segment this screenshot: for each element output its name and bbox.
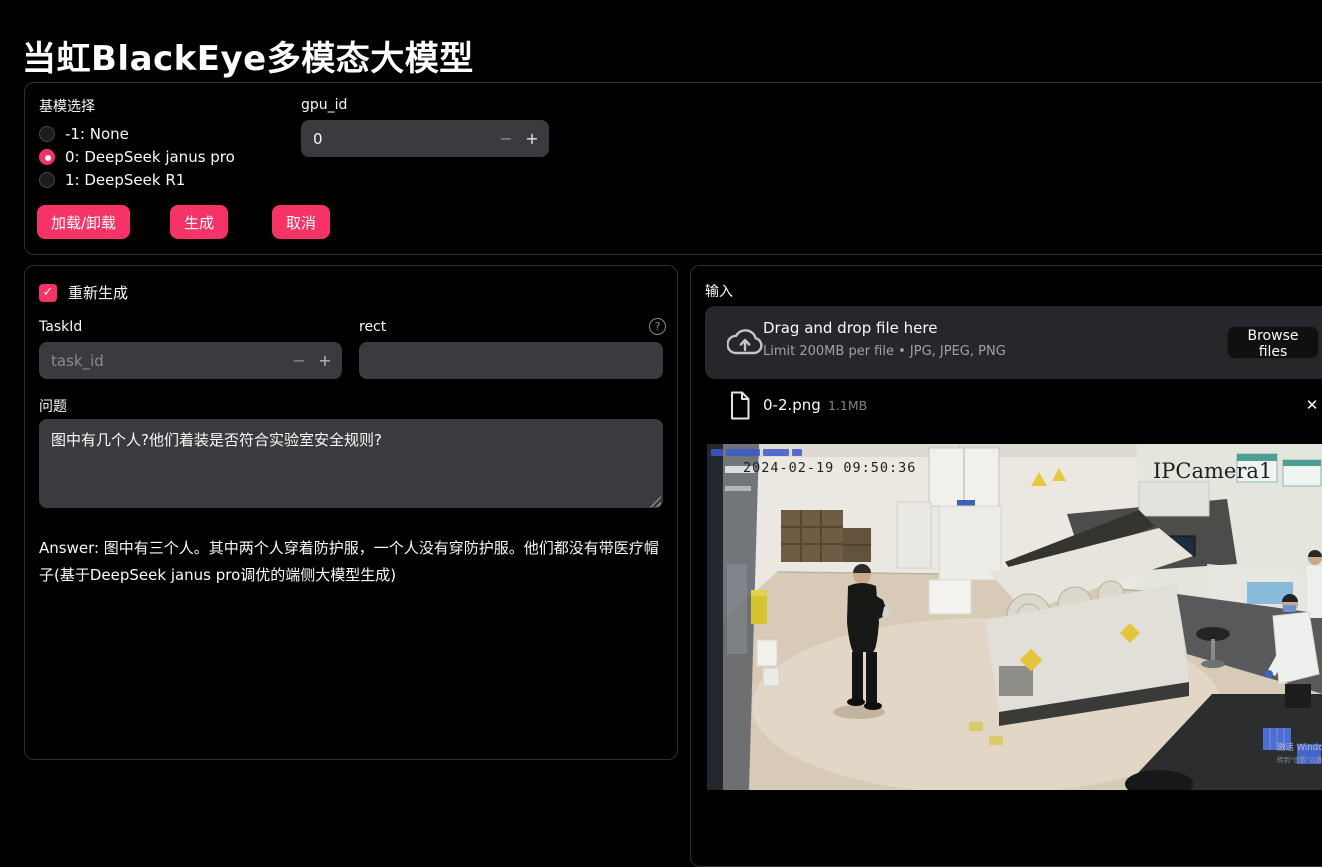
radio-option-janus-pro[interactable]: 0: DeepSeek janus pro [39, 145, 235, 168]
radio-option-none[interactable]: -1: None [39, 122, 129, 145]
help-icon[interactable]: ? [649, 318, 666, 335]
radio-option-r1[interactable]: 1: DeepSeek R1 [39, 168, 185, 191]
radio-label: -1: None [65, 125, 129, 143]
uploaded-image-preview: 2024-02-19 09:50:36 IPCamera1 激活 Windows… [707, 444, 1322, 790]
gpu-id-input[interactable]: 0 − + [301, 120, 549, 157]
remove-file-button[interactable]: ✕ [1301, 394, 1322, 416]
base-model-label: 基模选择 [39, 96, 95, 116]
photo-lab-scene: 2024-02-19 09:50:36 IPCamera1 激活 Windows… [707, 444, 1322, 790]
page-title: 当虹BlackEye多模态大模型 [22, 31, 474, 80]
checkbox-checked-icon[interactable]: ✓ [39, 284, 57, 302]
gpu-id-value: 0 [313, 130, 323, 148]
dropzone-limit: Limit 200MB per file • JPG, JPEG, PNG [763, 344, 1006, 359]
gpu-id-decrement-icon[interactable]: − [493, 120, 519, 157]
gpu-id-increment-icon[interactable]: + [519, 120, 545, 157]
rect-input[interactable] [359, 342, 663, 379]
taskid-label: TaskId [39, 319, 82, 335]
taskid-increment-icon[interactable]: + [312, 342, 338, 379]
browse-files-button[interactable]: Browse files [1227, 326, 1319, 359]
photo-camera-label: IPCamera1 [1153, 459, 1272, 483]
load-unload-button[interactable]: 加载/卸载 [37, 205, 130, 239]
photo-watermark-line2: 转到"设置"以激活 Windows。 [1277, 755, 1322, 764]
rect-label: rect [359, 319, 386, 335]
file-dropzone[interactable]: Drag and drop file here Limit 200MB per … [705, 306, 1322, 379]
taskid-input[interactable]: task_id − + [39, 342, 342, 379]
radio-circle-selected-icon[interactable] [39, 149, 55, 165]
cloud-upload-icon [727, 329, 763, 360]
file-size: 1.1MB [828, 398, 867, 413]
answer-text: Answer: 图中有三个人。其中两个人穿着防护服，一个人没有穿防护服。他们都没… [39, 535, 663, 589]
generate-button[interactable]: 生成 [170, 205, 228, 239]
dropzone-title: Drag and drop file here [763, 319, 937, 337]
photo-person-labcoat-far [1307, 550, 1322, 618]
regenerate-checkbox[interactable]: ✓ 重新生成 [39, 282, 128, 303]
cancel-button[interactable]: 取消 [272, 205, 330, 239]
uploaded-file-row: 0-2.png 1.1MB ✕ [705, 388, 1322, 426]
regenerate-label: 重新生成 [68, 282, 128, 303]
photo-timestamp: 2024-02-19 09:50:36 [743, 460, 916, 476]
radio-circle-icon[interactable] [39, 126, 55, 142]
input-label: 输入 [705, 281, 733, 301]
input-panel: 输入 Drag and drop file here Limit 200MB p… [690, 265, 1322, 867]
radio-label: 1: DeepSeek R1 [65, 171, 185, 189]
question-label: 问题 [39, 396, 67, 416]
question-textarea[interactable]: 图中有几个人?他们着装是否符合实验室安全规则? [39, 419, 663, 508]
model-panel: 基模选择 -1: None 0: DeepSeek janus pro 1: D… [24, 82, 1322, 255]
radio-circle-icon[interactable] [39, 172, 55, 188]
file-name: 0-2.png [763, 396, 821, 414]
radio-label: 0: DeepSeek janus pro [65, 148, 235, 166]
taskid-decrement-icon[interactable]: − [286, 342, 312, 379]
file-document-icon [729, 391, 751, 424]
taskid-placeholder: task_id [51, 352, 104, 370]
photo-watermark-line1: 激活 Windows [1277, 742, 1322, 753]
task-panel: ✓ 重新生成 TaskId task_id − + rect ? 问题 图中有几… [24, 265, 678, 760]
gpu-id-label: gpu_id [301, 97, 347, 113]
